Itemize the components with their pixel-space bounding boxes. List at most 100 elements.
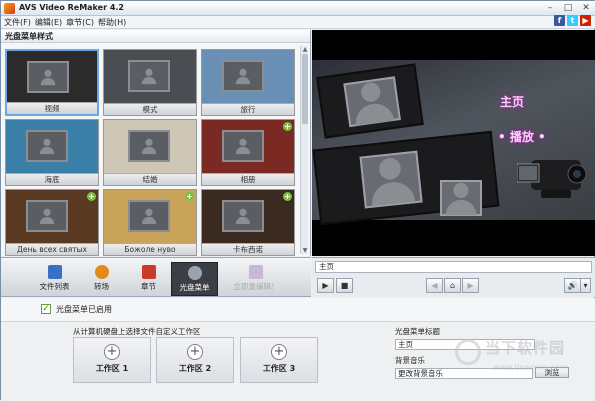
person-placeholder-icon xyxy=(372,158,416,206)
download-badge-icon[interactable]: + xyxy=(185,192,194,201)
style-thumbnail[interactable]: 视频 xyxy=(5,49,99,116)
style-thumbnail[interactable]: 模式 xyxy=(103,49,197,116)
person-placeholder-icon xyxy=(355,82,395,126)
menu-help[interactable]: 帮助(H) xyxy=(98,16,126,28)
menu-bar: 文件(F) 编辑(E) 章节(C) 帮助(H) xyxy=(1,16,595,29)
person-placeholder-icon xyxy=(222,60,264,92)
site-watermark: 当下软件园 www.downxia.com xyxy=(453,335,583,383)
style-thumbnail[interactable]: 旅行 xyxy=(201,49,295,116)
chapters-icon xyxy=(141,265,156,279)
home-button[interactable]: ⌂ xyxy=(444,278,461,293)
download-badge-icon[interactable]: + xyxy=(283,122,292,131)
workarea-instruction: 从计算机硬盘上选择文件自定义工作区 xyxy=(73,327,201,336)
thumbnail-caption: День всех святых xyxy=(6,243,98,255)
window-controls: – □ ✕ xyxy=(544,3,592,13)
enable-menu-checkbox[interactable]: ✓ xyxy=(41,304,51,314)
preview-placeholder-frame xyxy=(359,150,423,209)
thumbnail-image xyxy=(104,120,196,173)
previous-button[interactable]: ◀ xyxy=(426,278,443,293)
person-placeholder-icon xyxy=(222,200,264,232)
thumbnail-caption: 结婚 xyxy=(104,173,196,185)
thumbnail-image xyxy=(7,51,97,102)
menu-edit[interactable]: 编辑(E) xyxy=(35,16,62,28)
enable-menu-label: 光盘菜单已启用 xyxy=(56,305,112,314)
tab-label: 章节 xyxy=(141,282,156,291)
volume-dropdown[interactable]: ▾ xyxy=(580,278,591,293)
style-grid: 视频 模式 旅行海底 结婚 + 相册 + День всех святых + Божоле ну… xyxy=(5,49,299,256)
title-bar: AVS Video ReMaker 4.2 – □ ✕ xyxy=(1,1,595,16)
transitions-icon xyxy=(94,265,109,279)
style-thumbnail[interactable]: + 卡布西诺 xyxy=(201,189,295,256)
workarea-label: 工作区 2 xyxy=(178,364,212,373)
thumbnail-image xyxy=(202,50,294,103)
tab-label: 光盘菜单 xyxy=(179,283,210,292)
thumbnail-caption: 相册 xyxy=(202,173,294,185)
person-placeholder-icon xyxy=(26,130,68,162)
app-logo-icon xyxy=(4,3,15,14)
tab-label: 文件列表 xyxy=(39,282,70,291)
menu-chapter[interactable]: 章节(C) xyxy=(66,16,94,28)
workarea-2-button[interactable]: + 工作区 2 xyxy=(156,337,234,383)
download-badge-icon[interactable]: + xyxy=(283,192,292,201)
tab-chapters[interactable]: 章节 xyxy=(125,262,172,296)
workarea-label: 工作区 3 xyxy=(262,364,296,373)
scroll-down-arrow-icon[interactable]: ▼ xyxy=(301,247,309,254)
disc-icon xyxy=(187,266,202,280)
thumbnail-image xyxy=(104,190,196,243)
watermark-logo-icon xyxy=(455,339,481,365)
youtube-icon[interactable]: ▶ xyxy=(580,15,591,26)
person-placeholder-icon xyxy=(445,182,477,216)
tab-file-list[interactable]: 文件列表 xyxy=(31,262,78,296)
menu-style-panel: 光盘菜单样式 视频 模式 旅行海底 结婚 + 相册 + День всех святых + Бо… xyxy=(1,30,311,256)
play-button[interactable]: ▶ xyxy=(317,278,334,293)
watermark-url: www.downxia.com xyxy=(493,363,568,372)
tab-transitions[interactable]: 转场 xyxy=(78,262,125,296)
volume-button[interactable]: 🔊 xyxy=(564,278,581,293)
watermark-title: 当下软件园 xyxy=(485,339,566,357)
facebook-icon[interactable]: f xyxy=(554,15,565,26)
app-window: AVS Video ReMaker 4.2 – □ ✕ 文件(F) 编辑(E) … xyxy=(0,0,595,401)
thumbnail-caption: 视频 xyxy=(7,102,97,114)
person-placeholder-icon xyxy=(27,61,69,93)
thumbnail-image xyxy=(6,120,98,173)
chapter-selector[interactable]: 主页 xyxy=(315,261,592,273)
scroll-up-arrow-icon[interactable]: ▲ xyxy=(301,46,309,53)
thumbnail-image xyxy=(104,50,196,103)
thumbnail-image xyxy=(202,190,294,243)
thumbnail-caption: 模式 xyxy=(104,103,196,115)
style-thumbnail[interactable]: + 相册 xyxy=(201,119,295,186)
person-placeholder-icon xyxy=(128,130,170,162)
workarea-label: 工作区 1 xyxy=(95,364,129,373)
workarea-3-button[interactable]: + 工作区 3 xyxy=(240,337,318,383)
download-badge-icon[interactable]: + xyxy=(87,192,96,201)
thumbnail-caption: Божоле нуво xyxy=(104,243,196,255)
close-button[interactable]: ✕ xyxy=(580,3,592,13)
panel-header: 光盘菜单样式 xyxy=(1,30,310,43)
person-placeholder-icon xyxy=(128,200,170,232)
next-button[interactable]: ▶ xyxy=(462,278,479,293)
style-thumbnail[interactable]: 结婚 xyxy=(103,119,197,186)
disc-menu-enabled-bar: ✓ 光盘菜单已启用 xyxy=(1,298,595,322)
workarea-1-button[interactable]: + 工作区 1 xyxy=(73,337,151,383)
preview-menu-title[interactable]: 主页 xyxy=(500,93,524,110)
preview-play-button[interactable]: • 播放 • xyxy=(498,128,546,145)
scroll-thumb[interactable] xyxy=(302,54,308,124)
style-thumbnail[interactable]: + День всех святых xyxy=(5,189,99,256)
add-icon: + xyxy=(271,344,287,360)
person-placeholder-icon xyxy=(128,60,170,92)
minimize-button[interactable]: – xyxy=(544,3,556,13)
thumbnail-image xyxy=(202,120,294,173)
style-thumbnail[interactable]: + Божоле нуво xyxy=(103,189,197,256)
menu-file[interactable]: 文件(F) xyxy=(4,16,31,28)
style-thumbnail[interactable]: 海底 xyxy=(5,119,99,186)
thumbnail-caption: 旅行 xyxy=(202,103,294,115)
twitter-icon[interactable]: t xyxy=(567,15,578,26)
camcorder-icon xyxy=(517,160,587,198)
tab-reedit-now[interactable]: 立即重编辑！ xyxy=(226,262,286,296)
tab-disc-menu[interactable]: 光盘菜单 xyxy=(171,262,218,296)
file-list-icon xyxy=(47,265,62,279)
stop-button[interactable]: ■ xyxy=(336,278,353,293)
vertical-scrollbar[interactable]: ▲ ▼ xyxy=(300,46,308,254)
maximize-button[interactable]: □ xyxy=(562,3,574,13)
reedit-icon xyxy=(249,265,263,279)
